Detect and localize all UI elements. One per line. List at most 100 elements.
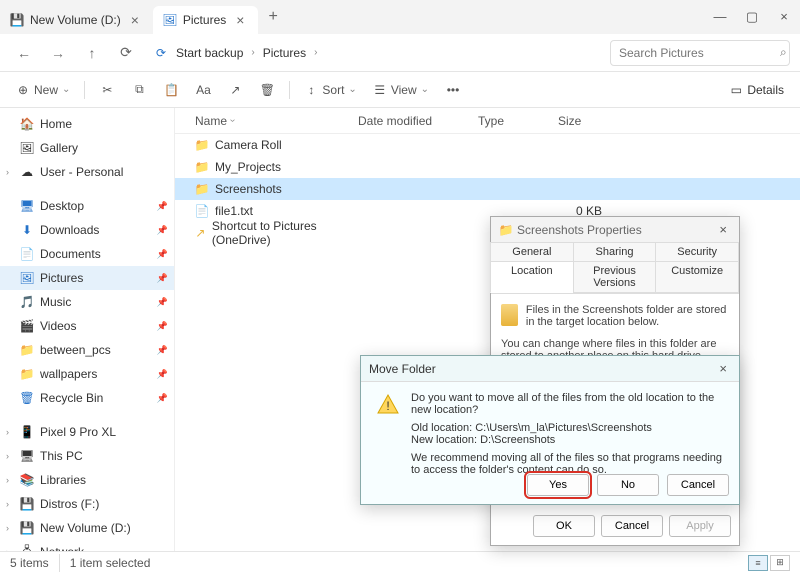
chevron-right-icon[interactable]: ›: [6, 547, 9, 551]
sidebar-item-home[interactable]: 🏠Home: [0, 112, 174, 136]
delete-button[interactable]: 🗑: [253, 77, 281, 103]
col-size[interactable]: Size: [550, 114, 610, 128]
chevron-right-icon[interactable]: ›: [6, 523, 9, 533]
tab-customize[interactable]: Customize: [655, 261, 739, 293]
close-icon[interactable]: ×: [715, 222, 731, 237]
share-icon: ↗: [228, 83, 242, 97]
new-tab-button[interactable]: +: [258, 8, 287, 26]
sidebar-item-downloads[interactable]: ⬇ Downloads 📌: [0, 218, 174, 242]
pin-icon: 📌: [157, 273, 168, 284]
item-icon: ⬇: [20, 223, 34, 237]
sidebar-item-label: Music: [40, 295, 71, 309]
forward-button[interactable]: →: [44, 39, 72, 67]
content-area: Name › Date modified Type Size 📁Camera R…: [175, 108, 800, 551]
item-icon: 🖼: [20, 271, 34, 285]
share-button[interactable]: ↗: [221, 77, 249, 103]
breadcrumb[interactable]: ⟳ Start backup › Pictures ›: [146, 44, 325, 62]
sidebar-item-recycle-bin[interactable]: 🗑Recycle Bin📌: [0, 386, 174, 410]
copy-button[interactable]: ⧉: [125, 77, 153, 103]
sidebar-item-libraries[interactable]: ›📚Libraries: [0, 468, 174, 492]
tab-previous-versions[interactable]: Previous Versions: [573, 261, 657, 293]
tab-security[interactable]: Security: [655, 242, 739, 262]
sidebar-item-pixel-9-pro-xl[interactable]: ›📱Pixel 9 Pro XL: [0, 420, 174, 444]
close-window-button[interactable]: ×: [768, 9, 800, 25]
sidebar-item-label: Downloads: [40, 223, 99, 237]
chevron-right-icon: ›: [314, 47, 317, 58]
rename-button[interactable]: Aa: [189, 77, 217, 103]
pin-icon: 📌: [157, 393, 168, 404]
col-type[interactable]: Type: [470, 114, 550, 128]
search-box[interactable]: ⌕: [610, 40, 790, 66]
chevron-right-icon[interactable]: ›: [6, 499, 9, 509]
chevron-right-icon[interactable]: ›: [6, 475, 9, 485]
more-button[interactable]: •••: [439, 77, 467, 103]
sidebar-item-label: Recycle Bin: [40, 391, 103, 405]
pin-icon: 📌: [157, 225, 168, 236]
apply-button[interactable]: Apply: [669, 515, 731, 537]
sidebar-item-new-volume-d-[interactable]: ›💾New Volume (D:): [0, 516, 174, 540]
tab-new-volume[interactable]: 💾 New Volume (D:) ×: [0, 6, 153, 34]
sidebar-item-gallery[interactable]: 🖼Gallery: [0, 136, 174, 160]
col-name[interactable]: Name ›: [175, 114, 350, 128]
crumb-pictures[interactable]: Pictures: [259, 44, 310, 62]
ok-button[interactable]: OK: [533, 515, 595, 537]
tab-general[interactable]: General: [490, 242, 574, 262]
crumb-start-backup[interactable]: Start backup: [172, 44, 247, 62]
chevron-right-icon[interactable]: ›: [6, 451, 9, 461]
paste-button[interactable]: 📋: [157, 77, 185, 103]
tab-pictures[interactable]: 🖼 Pictures ×: [153, 6, 259, 34]
sort-arrow-icon: ›: [227, 119, 238, 122]
sidebar-item-between-pcs[interactable]: 📁between_pcs📌: [0, 338, 174, 362]
file-row[interactable]: 📁Screenshots: [175, 178, 800, 200]
item-icon: 📁: [20, 343, 34, 357]
file-icon: 📄: [195, 204, 209, 218]
maximize-button[interactable]: ▢: [736, 9, 768, 25]
folder-icon: 📁: [499, 223, 513, 237]
thumbnails-view-button[interactable]: ⊞: [770, 555, 790, 571]
view-icon: ☰: [373, 83, 387, 97]
tab-location[interactable]: Location: [490, 261, 574, 293]
move-question: Do you want to move all of the files fro…: [411, 392, 725, 416]
dialog-title: Move Folder: [369, 362, 436, 376]
sidebar-item-desktop[interactable]: 🖥Desktop📌: [0, 194, 174, 218]
new-location: New location: D:\Screenshots: [411, 434, 725, 446]
sidebar-item-documents[interactable]: 📄Documents📌: [0, 242, 174, 266]
sidebar-item-network[interactable]: ›🖧Network: [0, 540, 174, 551]
sidebar-item-pictures[interactable]: 🖼Pictures📌: [0, 266, 174, 290]
file-row[interactable]: 📁Camera Roll: [175, 134, 800, 156]
chevron-right-icon[interactable]: ›: [6, 167, 9, 177]
details-view-button[interactable]: ≡: [748, 555, 768, 571]
new-button[interactable]: ⊕ New ⌄: [10, 77, 76, 103]
cancel-button[interactable]: Cancel: [601, 515, 663, 537]
close-icon[interactable]: ×: [232, 12, 248, 28]
sidebar-item-wallpapers[interactable]: 📁wallpapers📌: [0, 362, 174, 386]
refresh-button[interactable]: ⟳: [112, 39, 140, 67]
chevron-down-icon: ⌄: [421, 84, 429, 95]
details-button[interactable]: ▭ Details: [723, 83, 790, 97]
sidebar-item-user-personal[interactable]: ›☁User - Personal: [0, 160, 174, 184]
cut-button[interactable]: ✂: [93, 77, 121, 103]
back-button[interactable]: ←: [10, 39, 38, 67]
sidebar-item-music[interactable]: 🎵Music📌: [0, 290, 174, 314]
dialog-title-bar[interactable]: Move Folder ×: [361, 356, 739, 382]
chevron-right-icon[interactable]: ›: [6, 427, 9, 437]
minimize-button[interactable]: —: [704, 9, 736, 25]
titlebar: 💾 New Volume (D:) × 🖼 Pictures × + — ▢ ×: [0, 0, 800, 34]
yes-button[interactable]: Yes: [527, 474, 589, 496]
sidebar-item-this-pc[interactable]: ›🖥This PC: [0, 444, 174, 468]
search-input[interactable]: [619, 46, 774, 60]
sort-button[interactable]: ↕ Sort ⌄: [298, 77, 362, 103]
close-icon[interactable]: ×: [715, 361, 731, 376]
view-button[interactable]: ☰ View ⌄: [367, 77, 435, 103]
up-button[interactable]: ↑: [78, 39, 106, 67]
col-date[interactable]: Date modified: [350, 114, 470, 128]
cancel-button[interactable]: Cancel: [667, 474, 729, 496]
sidebar-item-distros-f-[interactable]: ›💾Distros (F:): [0, 492, 174, 516]
dialog-title-bar[interactable]: 📁 Screenshots Properties ×: [491, 217, 739, 243]
close-icon[interactable]: ×: [127, 12, 143, 28]
sidebar-item-videos[interactable]: 🎬Videos📌: [0, 314, 174, 338]
no-button[interactable]: No: [597, 474, 659, 496]
pin-icon: 📌: [157, 201, 168, 212]
tab-sharing[interactable]: Sharing: [573, 242, 657, 262]
file-row[interactable]: 📁My_Projects: [175, 156, 800, 178]
